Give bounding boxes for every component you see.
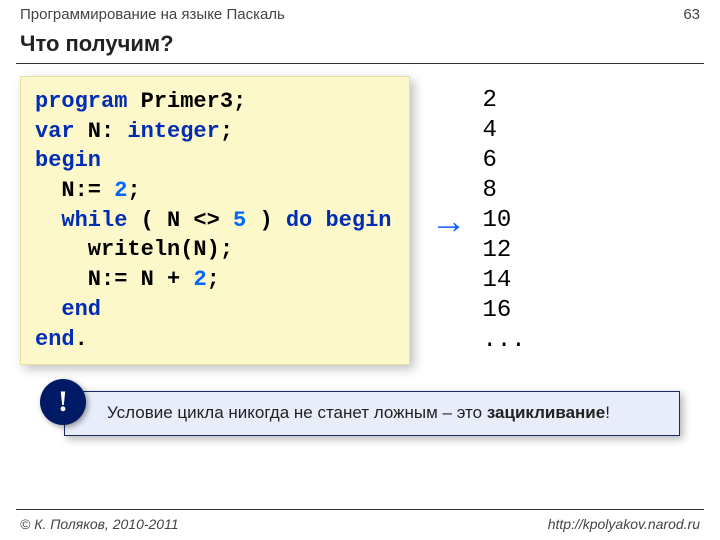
code-text: N:	[75, 119, 128, 144]
footer: © К. Поляков, 2010-2011 http://kpolyakov…	[16, 509, 704, 540]
header-subject: Программирование на языке Паскаль	[20, 6, 285, 23]
code-text: writeln(N);	[35, 237, 233, 262]
code-text: Primer3;	[127, 89, 246, 114]
code-text: ( N <>	[127, 208, 233, 233]
code-keyword: while	[61, 208, 127, 233]
code-text: N:= N +	[35, 267, 193, 292]
code-keyword: var	[35, 119, 75, 144]
program-output: 2 4 6 8 10 12 14 16 ...	[482, 86, 525, 356]
code-text: ;	[207, 267, 220, 292]
code-text	[35, 208, 61, 233]
title-rule	[16, 63, 704, 64]
code-keyword: end	[35, 327, 75, 352]
content-area: program Primer3; var N: integer; begin N…	[0, 76, 720, 365]
note-text: Условие цикла никогда не станет ложным –…	[107, 403, 487, 422]
code-text: ;	[220, 119, 233, 144]
code-number: 5	[233, 208, 246, 233]
exclamation-icon: !	[40, 379, 86, 425]
code-keyword: end	[61, 297, 101, 322]
code-number: 2	[114, 178, 127, 203]
arrow-icon: →	[430, 203, 466, 239]
page-number: 63	[683, 6, 700, 23]
code-text: )	[246, 208, 286, 233]
note-tail: !	[605, 403, 610, 422]
code-keyword: do begin	[286, 208, 392, 233]
code-block: program Primer3; var N: integer; begin N…	[20, 76, 410, 365]
page-title: Что получим?	[0, 27, 720, 63]
code-text: N:=	[35, 178, 114, 203]
note-em: зацикливание	[487, 403, 605, 422]
code-text: ;	[127, 178, 140, 203]
copyright: © К. Поляков, 2010-2011	[20, 516, 179, 532]
output-area: → 2 4 6 8 10 12 14 16 ...	[430, 76, 525, 365]
code-text: .	[75, 327, 88, 352]
code-keyword: program	[35, 89, 127, 114]
code-number: 2	[193, 267, 206, 292]
code-keyword: integer	[127, 119, 219, 144]
note-box: Условие цикла никогда не станет ложным –…	[64, 391, 680, 436]
code-keyword: begin	[35, 148, 101, 173]
footer-url: http://kpolyakov.narod.ru	[548, 516, 700, 532]
note-container: ! Условие цикла никогда не станет ложным…	[64, 391, 680, 436]
code-text	[35, 297, 61, 322]
